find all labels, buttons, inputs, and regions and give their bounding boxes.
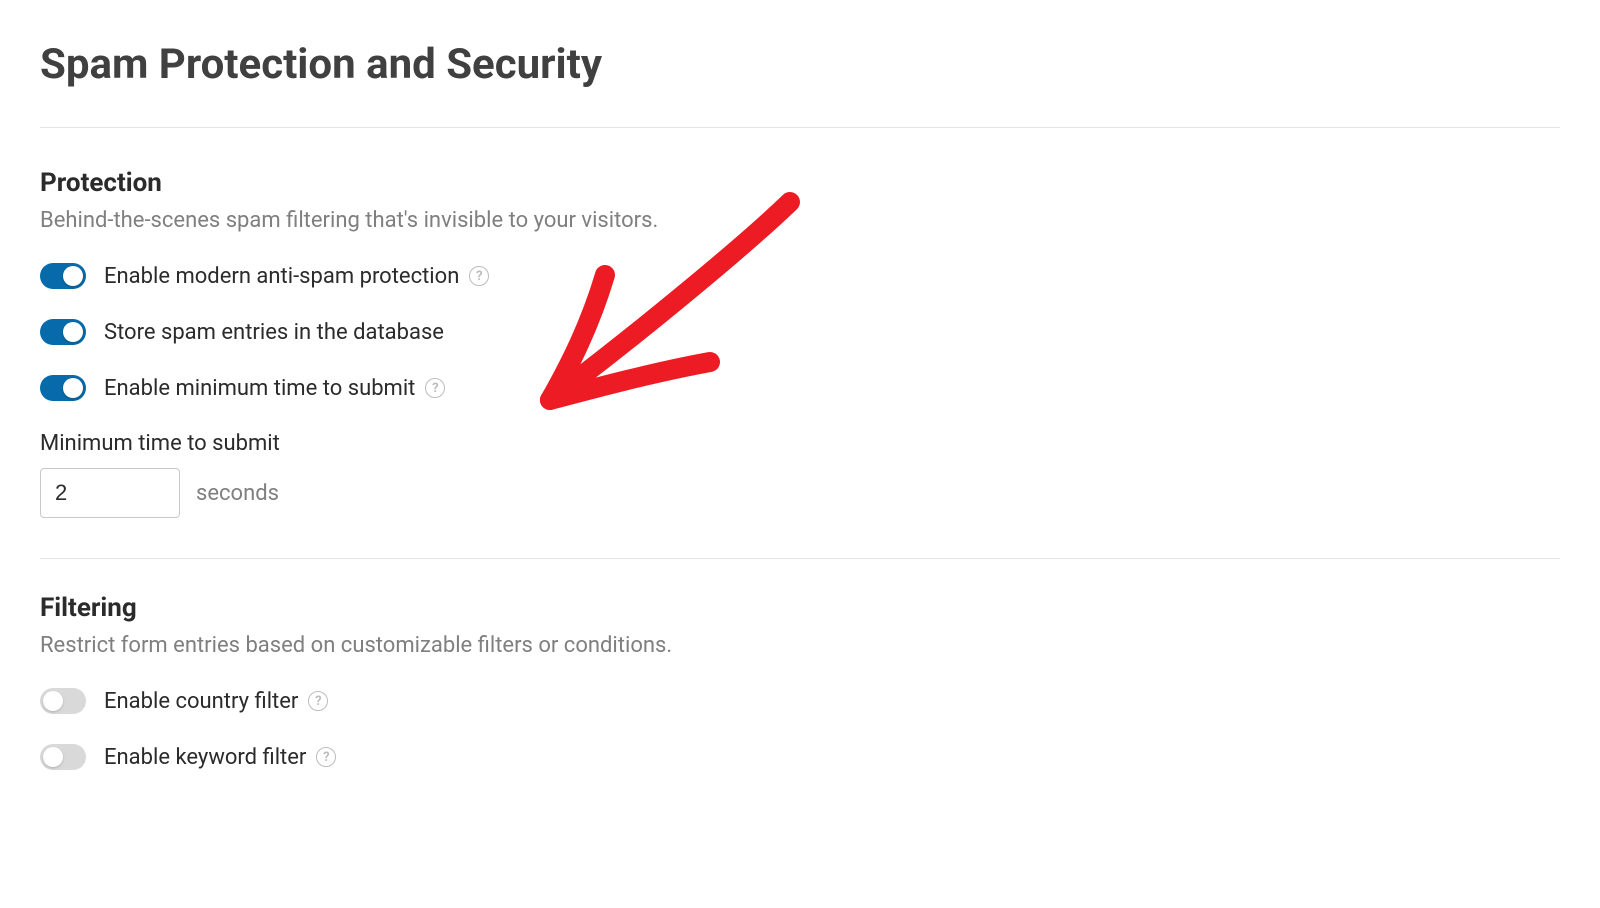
toggle-label-country-filter: Enable country filter [104, 689, 298, 714]
protection-section-desc: Behind-the-scenes spam filtering that's … [40, 208, 1560, 233]
min-time-field-label: Minimum time to submit [40, 431, 1560, 456]
help-icon[interactable]: ? [425, 378, 445, 398]
help-icon[interactable]: ? [469, 266, 489, 286]
toggle-label-anti-spam: Enable modern anti-spam protection [104, 264, 459, 289]
toggle-row-min-time: Enable minimum time to submit ? [40, 375, 1560, 401]
toggle-row-country-filter: Enable country filter ? [40, 688, 1560, 714]
section-divider [40, 558, 1560, 559]
toggle-label-keyword-filter: Enable keyword filter [104, 745, 306, 770]
min-time-unit: seconds [196, 481, 279, 506]
toggle-min-time[interactable] [40, 375, 86, 401]
toggle-label-min-time: Enable minimum time to submit [104, 376, 415, 401]
toggle-label-store-spam: Store spam entries in the database [104, 320, 444, 345]
filtering-section-title: Filtering [40, 593, 1560, 623]
title-divider [40, 127, 1560, 128]
toggle-keyword-filter[interactable] [40, 744, 86, 770]
toggle-store-spam[interactable] [40, 319, 86, 345]
min-time-input[interactable] [40, 468, 180, 518]
help-icon[interactable]: ? [308, 691, 328, 711]
toggle-row-anti-spam: Enable modern anti-spam protection ? [40, 263, 1560, 289]
toggle-row-store-spam: Store spam entries in the database [40, 319, 1560, 345]
help-icon[interactable]: ? [316, 747, 336, 767]
filtering-section-desc: Restrict form entries based on customiza… [40, 633, 1560, 658]
toggle-anti-spam[interactable] [40, 263, 86, 289]
page-title: Spam Protection and Security [40, 40, 1560, 89]
toggle-row-keyword-filter: Enable keyword filter ? [40, 744, 1560, 770]
toggle-country-filter[interactable] [40, 688, 86, 714]
protection-section-title: Protection [40, 168, 1560, 198]
min-time-field-row: seconds [40, 468, 1560, 518]
